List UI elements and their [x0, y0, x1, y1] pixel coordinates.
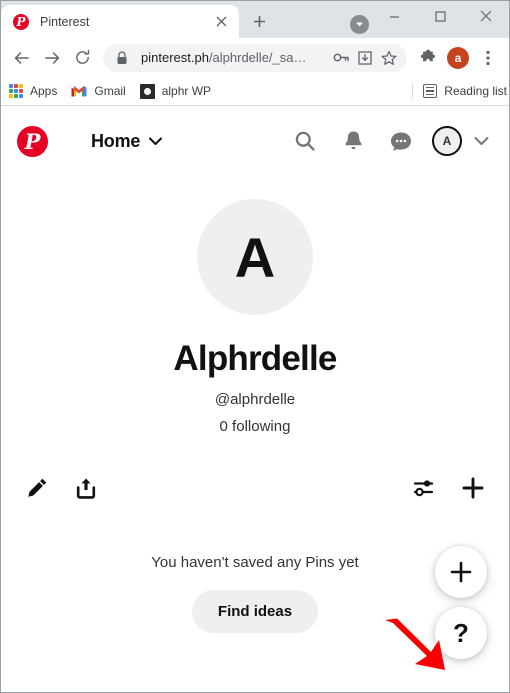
forward-arrow-icon[interactable]: [37, 43, 67, 73]
empty-state-message: You haven't saved any Pins yet: [151, 554, 359, 571]
reload-icon[interactable]: [67, 43, 97, 73]
profile-following-count[interactable]: 0 following: [1, 418, 509, 435]
new-tab-button[interactable]: [245, 7, 273, 35]
address-bar[interactable]: pinterest.ph/alphrdelle/_sa…: [103, 43, 407, 72]
home-dropdown-button[interactable]: Home: [91, 130, 163, 152]
key-icon[interactable]: [329, 46, 353, 70]
bookmarks-bar: Apps Gmail alphr WP Reading list: [1, 77, 509, 106]
reading-list-label: Reading list: [444, 84, 507, 98]
back-arrow-icon[interactable]: [7, 43, 37, 73]
url-text: pinterest.ph/alphrdelle/_sa…: [141, 50, 329, 65]
home-label: Home: [91, 130, 141, 151]
tab-strip: P Pinterest: [1, 1, 509, 38]
add-board-icon[interactable]: [457, 472, 489, 504]
bookmark-alphr-wp[interactable]: alphr WP: [139, 83, 212, 99]
page-content: P Home A A Alphrdelle @alphrdelle 0 foll…: [1, 106, 509, 691]
tab-close-icon[interactable]: [211, 12, 231, 32]
profile-avatar: A: [197, 199, 313, 315]
pinterest-favicon: P: [13, 13, 29, 30]
bell-icon[interactable]: [336, 124, 370, 158]
bookmark-apps[interactable]: Apps: [9, 84, 57, 98]
account-avatar[interactable]: A: [432, 126, 462, 156]
star-icon[interactable]: [377, 46, 401, 70]
gmail-icon: [71, 86, 87, 97]
chevron-down-icon[interactable]: [469, 129, 493, 153]
sliders-filter-icon[interactable]: [408, 472, 440, 504]
pinterest-logo[interactable]: P: [17, 125, 48, 157]
profile-action-bar: [1, 466, 509, 510]
url-domain: pinterest.ph: [141, 50, 209, 65]
bookmark-label: Apps: [30, 84, 58, 98]
divider: [412, 83, 414, 99]
wordpress-icon: [139, 83, 155, 99]
chrome-profile-avatar[interactable]: a: [443, 43, 473, 73]
chat-bubble-icon[interactable]: [384, 124, 418, 158]
create-pin-fab[interactable]: [435, 546, 487, 598]
apps-grid-icon: [9, 84, 23, 98]
browser-window: P Pinterest pinterest.ph/alphrdelle/_sa……: [0, 0, 510, 693]
profile-handle: @alphrdelle: [214, 391, 296, 408]
reading-list-button[interactable]: Reading list: [412, 83, 509, 99]
empty-state: You haven't saved any Pins yet Find idea…: [1, 554, 509, 633]
reading-list-icon: [423, 84, 438, 98]
profile-section: A Alphrdelle @alphrdelle 0 following: [1, 176, 509, 435]
lock-icon: [116, 50, 128, 65]
avatar: a: [447, 46, 469, 69]
browser-toolbar: pinterest.ph/alphrdelle/_sa… a: [1, 38, 509, 77]
bookmark-gmail[interactable]: Gmail: [71, 84, 126, 98]
pencil-icon[interactable]: [21, 472, 53, 504]
browser-tab-pinterest[interactable]: P Pinterest: [1, 5, 239, 38]
install-app-icon[interactable]: [353, 46, 377, 70]
download-chevron-icon[interactable]: [350, 15, 369, 34]
tab-title: Pinterest: [40, 14, 90, 29]
window-controls: [371, 1, 509, 31]
bookmark-label: alphr WP: [161, 84, 212, 98]
page-title: Alphrdelle: [173, 339, 337, 378]
share-upload-icon[interactable]: [70, 472, 102, 504]
bookmark-label: Gmail: [94, 84, 126, 98]
search-icon[interactable]: [288, 124, 322, 158]
find-ideas-button[interactable]: Find ideas: [191, 590, 319, 633]
minimize-icon[interactable]: [371, 1, 417, 31]
help-fab[interactable]: ?: [435, 607, 487, 659]
chevron-down-icon: [149, 137, 163, 146]
url-path: /alphrdelle/_sa…: [208, 50, 307, 65]
puzzle-piece-icon[interactable]: [413, 43, 443, 73]
maximize-icon[interactable]: [417, 1, 463, 31]
three-dot-menu-icon[interactable]: [473, 43, 503, 73]
pinterest-header: P Home A: [1, 106, 509, 176]
close-icon[interactable]: [463, 1, 509, 31]
